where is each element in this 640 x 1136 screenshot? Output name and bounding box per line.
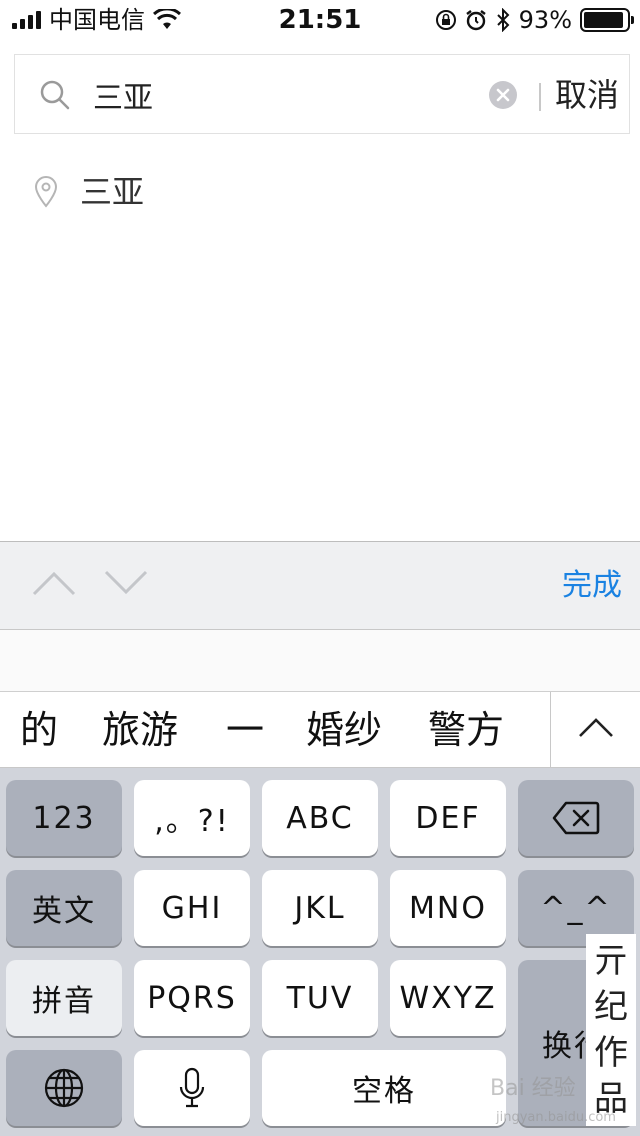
baidu-watermark-url: jingyan.baidu.com <box>496 1110 616 1125</box>
candidate-item[interactable]: 旅游 <box>102 706 178 754</box>
key-pqrs[interactable]: PQRS <box>134 960 250 1036</box>
chevron-up-icon[interactable] <box>32 568 76 598</box>
battery-percent: 93% <box>518 6 572 34</box>
microphone-key[interactable] <box>134 1050 250 1126</box>
delete-key[interactable] <box>518 780 634 856</box>
key-jkl[interactable]: JKL <box>262 870 378 946</box>
key-def[interactable]: DEF <box>390 780 506 856</box>
watermark-char: 纪 <box>594 987 628 1027</box>
list-item[interactable]: 三亚 <box>0 160 640 224</box>
globe-icon <box>44 1068 84 1108</box>
status-bar: 中国电信 21:51 93% <box>0 0 640 40</box>
battery-icon <box>580 8 634 32</box>
candidate-item[interactable]: 一 <box>226 706 264 754</box>
space-key[interactable]: 空格 <box>262 1050 506 1126</box>
key-punctuation[interactable]: ,。?! <box>134 780 250 856</box>
location-pin-icon <box>34 176 58 208</box>
chevron-up-icon[interactable] <box>578 716 614 740</box>
bluetooth-icon <box>496 8 510 32</box>
orientation-lock-icon <box>435 10 456 30</box>
baidu-watermark: Bai 经验 <box>490 1076 576 1101</box>
microphone-icon <box>179 1067 205 1108</box>
key-pinyin[interactable]: 拼音 <box>6 960 122 1036</box>
cancel-button[interactable]: 取消 <box>555 73 619 117</box>
candidate-bar: 的 旅游 一 婚纱 警方 <box>0 692 640 768</box>
candidate-item[interactable]: 警方 <box>428 706 504 754</box>
keyboard-accessory-bar: 完成 <box>0 541 640 630</box>
delete-icon <box>552 801 600 835</box>
key-123[interactable]: 123 <box>6 780 122 856</box>
composition-strip <box>0 630 640 692</box>
clear-icon[interactable] <box>489 81 517 109</box>
search-bar: 取消 <box>14 54 630 134</box>
done-button[interactable]: 完成 <box>562 564 622 608</box>
key-english[interactable]: 英文 <box>6 870 122 946</box>
watermark-char: 亓 <box>594 941 628 981</box>
key-abc[interactable]: ABC <box>262 780 378 856</box>
search-icon <box>40 80 70 110</box>
globe-key[interactable] <box>6 1050 122 1126</box>
key-wxyz[interactable]: WXYZ <box>390 960 506 1036</box>
watermark-char: 作 <box>594 1033 628 1073</box>
search-input[interactable] <box>93 73 483 117</box>
key-ghi[interactable]: GHI <box>134 870 250 946</box>
candidate-item[interactable]: 婚纱 <box>306 706 382 754</box>
key-mno[interactable]: MNO <box>390 870 506 946</box>
key-tuv[interactable]: TUV <box>262 960 378 1036</box>
watermark-signature: 亓 纪 作 品 <box>586 934 636 1126</box>
result-label: 三亚 <box>80 173 145 211</box>
candidate-divider <box>550 692 551 768</box>
candidate-item[interactable]: 的 <box>20 706 58 754</box>
chevron-down-icon[interactable] <box>104 568 148 598</box>
alarm-icon <box>465 10 486 31</box>
search-divider <box>539 83 541 111</box>
